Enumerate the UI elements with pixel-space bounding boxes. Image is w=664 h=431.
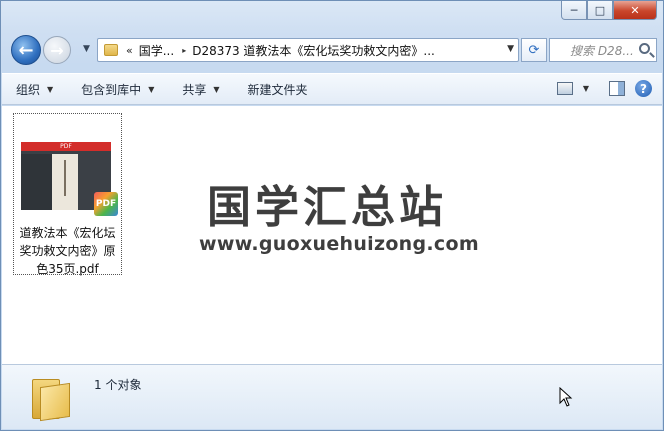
help-icon[interactable]: ? xyxy=(635,80,652,97)
breadcrumb-guoxue[interactable]: 国学... xyxy=(139,42,174,59)
command-bar: 组织 ▼ 包含到库中 ▼ 共享 ▼ 新建文件夹 ▼ ? xyxy=(2,73,662,105)
breadcrumb-current-folder[interactable]: D28373 道教法本《宏化坛奖功敕文内密》... xyxy=(192,42,435,59)
organize-label: 组织 xyxy=(16,82,41,97)
thumbnail-page xyxy=(52,154,78,210)
share-menu[interactable]: 共享 ▼ xyxy=(168,73,233,105)
new-folder-label: 新建文件夹 xyxy=(247,82,308,97)
file-item-pdf[interactable]: PDF PDF 道教法本《宏化坛奖功敕文内密》原色35页.pdf xyxy=(13,113,122,276)
change-view-icon[interactable] xyxy=(556,82,573,95)
thumbnail-header: PDF xyxy=(21,142,111,151)
search-placeholder: 搜索 D28... xyxy=(570,43,634,58)
item-count-label: 1 个对象 xyxy=(94,378,142,392)
address-dropdown-icon[interactable]: ▼ xyxy=(507,44,514,54)
chevron-down-icon: ▼ xyxy=(213,84,220,94)
pdf-icon: PDF xyxy=(94,192,118,216)
forward-button[interactable]: → xyxy=(43,36,71,64)
address-bar[interactable]: « 国学... ▸ D28373 道教法本《宏化坛奖功敕文内密》... ▼ xyxy=(97,38,519,62)
address-overflow[interactable]: « xyxy=(126,44,133,57)
recent-pages-dropdown[interactable]: ▼ xyxy=(83,44,90,54)
maximize-button[interactable]: □ xyxy=(587,1,613,20)
watermark-title: 国学汇总站 xyxy=(207,182,447,233)
thumbnail-cover-edge xyxy=(21,154,52,210)
chevron-down-icon: ▼ xyxy=(47,84,54,94)
search-icon[interactable] xyxy=(639,43,650,54)
include-in-library-menu[interactable]: 包含到库中 ▼ xyxy=(67,73,168,105)
view-controls: ▼ ? xyxy=(556,80,652,97)
folder-icon xyxy=(104,44,118,56)
close-button[interactable]: ✕ xyxy=(613,1,657,20)
new-folder-button[interactable]: 新建文件夹 xyxy=(234,73,322,105)
back-button[interactable]: ← xyxy=(11,35,41,65)
organize-menu[interactable]: 组织 ▼ xyxy=(2,73,67,105)
navigation-bar: ← → ▼ « 国学... ▸ D28373 道教法本《宏化坛奖功敕文内密》..… xyxy=(9,35,657,65)
include-in-library-label: 包含到库中 xyxy=(81,82,142,97)
file-name-label: 道教法本《宏化坛奖功敕文内密》原色35页.pdf xyxy=(19,226,116,276)
folder-icon xyxy=(32,375,70,422)
caption-buttons: ─ □ ✕ xyxy=(561,1,657,21)
share-label: 共享 xyxy=(182,82,207,97)
explorer-window: ─ □ ✕ ← → ▼ « 国学... ▸ D28373 道教法本《宏化坛奖功敕… xyxy=(0,0,664,431)
watermark-url: www.guoxuehuizong.com xyxy=(199,233,479,255)
refresh-button[interactable]: ⟳ xyxy=(521,38,547,62)
view-options-dropdown[interactable]: ▼ xyxy=(583,84,589,93)
chevron-down-icon: ▼ xyxy=(148,84,155,94)
chevron-right-icon[interactable]: ▸ xyxy=(182,46,186,55)
minimize-button[interactable]: ─ xyxy=(561,1,587,20)
file-list-area[interactable]: PDF PDF 道教法本《宏化坛奖功敕文内密》原色35页.pdf 国学汇总站 w… xyxy=(2,106,662,364)
search-input[interactable]: 搜索 D28... xyxy=(549,38,657,62)
mouse-cursor-icon xyxy=(559,387,573,407)
preview-pane-icon[interactable] xyxy=(609,81,625,96)
